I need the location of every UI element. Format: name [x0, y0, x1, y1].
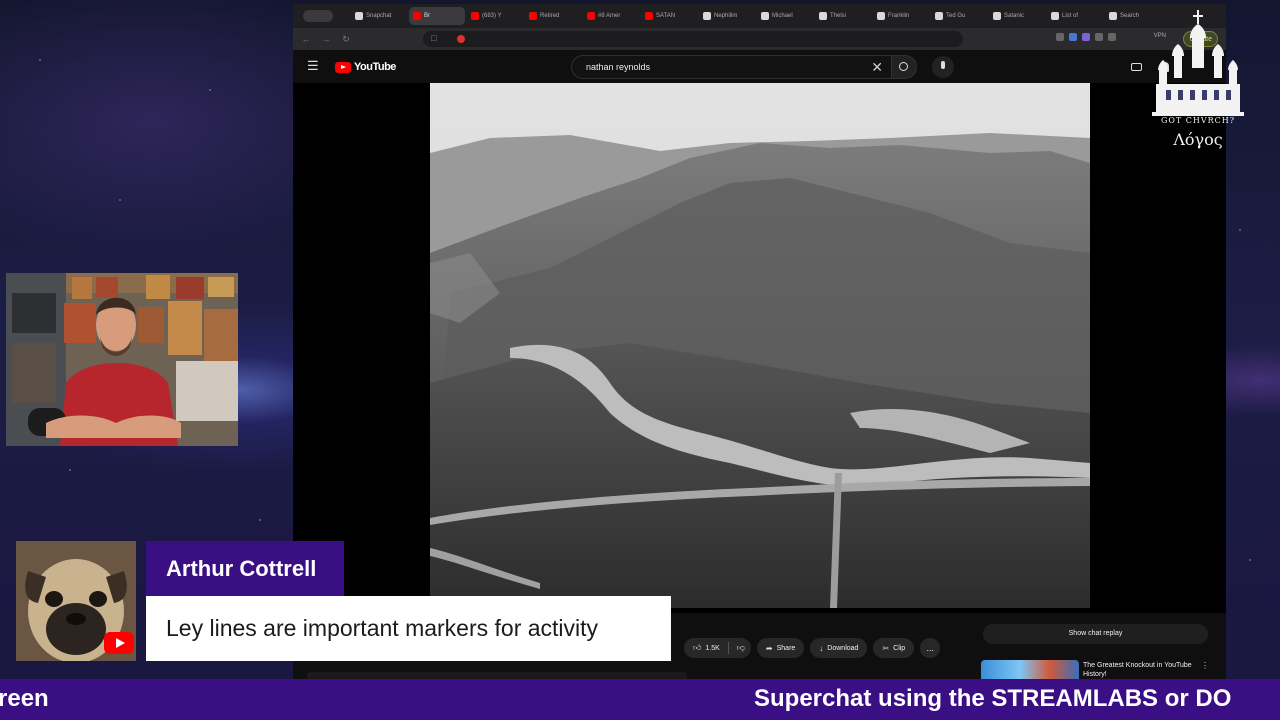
browser-tab[interactable]: #8 Amer: [583, 7, 639, 25]
share-icon: ➦: [765, 643, 773, 653]
youtube-header: ☰ YouTube nathan reynolds ✕: [293, 50, 1226, 83]
webcam-image: [6, 273, 238, 446]
doc-favicon-icon: [935, 12, 943, 20]
reload-icon[interactable]: ↻: [341, 34, 351, 45]
voice-search-icon[interactable]: [932, 56, 954, 78]
menu-icon[interactable]: ☰: [307, 59, 319, 72]
site-favicon-icon: [457, 35, 465, 43]
recommended-video-title[interactable]: The Greatest Knockout in YouTube History…: [1083, 661, 1203, 679]
doc-favicon-icon: [703, 12, 711, 20]
more-actions-icon: ...: [926, 643, 934, 653]
bookmark-icon[interactable]: □: [431, 33, 436, 43]
youtube-favicon-icon: [529, 12, 537, 20]
scissors-icon: ✂: [882, 643, 890, 653]
browser-tab-active[interactable]: Br: [409, 7, 465, 25]
doc-favicon-icon: [819, 12, 827, 20]
tab-group-pill[interactable]: [303, 10, 333, 22]
mountain-photo-image: [430, 83, 1090, 608]
video-actions: 👍︎ 1.5K 👎︎ ➦ Share ↓ Download ✂ Clip ...: [684, 638, 941, 658]
youtube-play-logo-icon: [335, 61, 351, 73]
browser-tab[interactable]: Satanic: [989, 7, 1045, 25]
extension-icon[interactable]: [1082, 33, 1090, 41]
recommended-video-menu-icon[interactable]: ⋮: [1201, 661, 1209, 670]
doc-favicon-icon: [761, 12, 769, 20]
youtube-favicon-icon: [413, 12, 421, 20]
browser-tab[interactable]: Nephilim: [699, 7, 755, 25]
doc-favicon-icon: [1109, 12, 1117, 20]
download-label: Download: [827, 644, 859, 652]
browser-tab[interactable]: Ted Gu: [931, 7, 987, 25]
download-icon: ↓: [819, 643, 824, 653]
more-actions-button[interactable]: ...: [920, 638, 941, 658]
clip-label: Clip: [893, 644, 906, 652]
extension-icon[interactable]: [1069, 33, 1077, 41]
doc-favicon-icon: [993, 12, 1001, 20]
browser-tab[interactable]: Retired: [525, 7, 581, 25]
browser-tab[interactable]: Snapchat: [351, 7, 407, 25]
search-button[interactable]: [891, 55, 917, 79]
tab-strip: Snapchat Br (683) Y Retired #8 Amer SATA…: [293, 4, 1226, 28]
youtube-favicon-icon: [587, 12, 595, 20]
extension-icon[interactable]: [1095, 33, 1103, 41]
thumbs-up-icon[interactable]: 👍︎: [693, 643, 701, 653]
extension-icons: [1056, 33, 1116, 41]
ticker-text-right: Superchat using the STREAMLABS or DO: [754, 685, 1232, 712]
youtube-favicon-icon: [471, 12, 479, 20]
search-box[interactable]: nathan reynolds ✕: [571, 55, 891, 79]
video-player[interactable]: [293, 83, 1226, 613]
doc-favicon-icon: [877, 12, 885, 20]
show-chat-replay-button[interactable]: Show chat replay: [983, 624, 1208, 644]
browser-tab[interactable]: SATAN: [641, 7, 697, 25]
chat-author-name: Arthur Cottrell: [166, 556, 317, 581]
share-label: Share: [776, 644, 796, 652]
browser-tab[interactable]: List of: [1047, 7, 1103, 25]
search-input[interactable]: nathan reynolds: [586, 62, 650, 72]
like-dislike-pill[interactable]: 👍︎ 1.5K 👎︎: [684, 638, 751, 658]
logo-caption: GOT CHVRCH?: [1160, 116, 1236, 125]
thumbs-down-icon[interactable]: 👎︎: [737, 643, 745, 653]
like-divider: [727, 642, 729, 654]
create-icon[interactable]: [1131, 63, 1142, 71]
webcam-feed: [6, 273, 238, 446]
ticker-text-left: reen: [0, 685, 49, 712]
browser-tab[interactable]: Thelsi: [815, 7, 871, 25]
clip-button[interactable]: ✂ Clip: [873, 638, 915, 658]
youtube-favicon-icon: [645, 12, 653, 20]
address-bar-row: ← → ↻ □ VPN Update: [293, 28, 1226, 50]
extension-icon[interactable]: [1108, 33, 1116, 41]
browser-tab[interactable]: Franklin: [873, 7, 929, 25]
youtube-logo[interactable]: YouTube: [335, 61, 396, 73]
extension-icon[interactable]: [1056, 33, 1064, 41]
youtube-badge-icon: [104, 632, 134, 654]
back-arrow-icon[interactable]: ←: [301, 34, 311, 44]
youtube-logo-text: YouTube: [354, 61, 396, 73]
doc-favicon-icon: [355, 12, 363, 20]
clear-search-icon[interactable]: ✕: [871, 59, 883, 75]
video-frame-mountain-photo: [430, 83, 1090, 608]
chat-message-text: Ley lines are important markers for acti…: [166, 615, 599, 641]
like-count: 1.5K: [705, 644, 720, 652]
share-button[interactable]: ➦ Share: [756, 638, 805, 658]
browser-tab[interactable]: Michael: [757, 7, 813, 25]
doc-favicon-icon: [1051, 12, 1059, 20]
address-bar[interactable]: □: [423, 31, 963, 47]
recommended-video-thumbnail[interactable]: [981, 660, 1079, 680]
browser-tab[interactable]: (683) Y: [467, 7, 523, 25]
bottom-ticker: reen Superchat using the STREAMLABS or D…: [0, 679, 1280, 720]
browser-window: Snapchat Br (683) Y Retired #8 Amer SATA…: [293, 4, 1226, 680]
logo-greek-text: Λόγος: [1173, 130, 1223, 149]
download-button[interactable]: ↓ Download: [810, 638, 868, 658]
forward-arrow-icon[interactable]: →: [321, 34, 331, 44]
